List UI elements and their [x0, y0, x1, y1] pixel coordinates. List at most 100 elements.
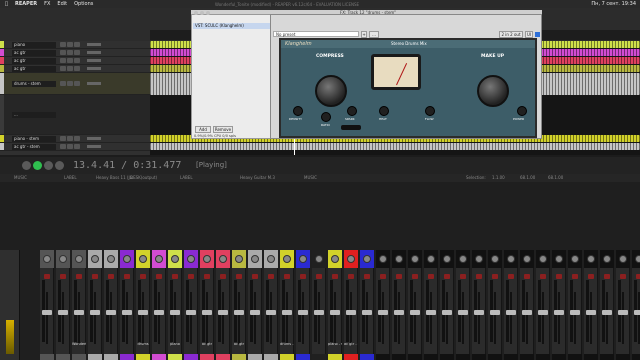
pan-knob[interactable]	[443, 255, 451, 263]
pan-knob[interactable]	[555, 255, 563, 263]
strip-name[interactable]	[520, 342, 534, 348]
strip-color-header[interactable]	[568, 250, 582, 268]
strip-name[interactable]	[584, 342, 598, 348]
fader-cap[interactable]	[202, 310, 212, 315]
volume-slider[interactable]	[87, 43, 101, 46]
fader-track[interactable]	[574, 292, 576, 344]
strip-color-header[interactable]	[216, 250, 230, 268]
record-arm-button[interactable]	[588, 274, 594, 279]
strip-color-header[interactable]	[600, 250, 614, 268]
strip-name[interactable]: Wonderful_Tonig	[72, 342, 86, 348]
menu-edit[interactable]: Edit	[57, 1, 67, 7]
fader-cap[interactable]	[618, 310, 628, 315]
fader-track[interactable]	[302, 292, 304, 344]
solo-button[interactable]	[74, 136, 80, 141]
fader-track[interactable]	[94, 292, 96, 344]
strip-name[interactable]	[120, 342, 134, 348]
fader-track[interactable]	[366, 292, 368, 344]
strip-name[interactable]	[440, 342, 454, 348]
mixer-strip[interactable]	[152, 250, 166, 360]
fader-cap[interactable]	[570, 310, 580, 315]
track-name[interactable]: ac gtr	[12, 65, 56, 72]
strip-name[interactable]	[392, 342, 406, 348]
strip-name[interactable]: piano	[168, 342, 182, 348]
strip-color-header[interactable]	[232, 250, 246, 268]
density-knob[interactable]	[293, 106, 303, 116]
pause-button[interactable]	[55, 161, 64, 170]
fader-track[interactable]	[414, 292, 416, 344]
record-arm-button[interactable]	[60, 50, 66, 55]
record-arm-button[interactable]	[60, 42, 66, 47]
record-arm-button[interactable]	[76, 274, 82, 279]
strip-name[interactable]	[424, 342, 438, 348]
heat-knob[interactable]	[379, 106, 389, 116]
pan-knob[interactable]	[203, 255, 211, 263]
record-arm-button[interactable]	[204, 274, 210, 279]
strip-color-header[interactable]	[344, 250, 358, 268]
ui-toggle-button[interactable]: UI	[525, 31, 533, 38]
record-arm-button[interactable]	[540, 274, 546, 279]
strip-color-header[interactable]	[520, 250, 534, 268]
strip-name[interactable]	[472, 342, 486, 348]
mixer-strip[interactable]: drums	[136, 250, 150, 360]
strip-name[interactable]	[88, 342, 102, 348]
strip-name[interactable]	[600, 342, 614, 348]
solo-button[interactable]	[74, 144, 80, 149]
fader-cap[interactable]	[170, 310, 180, 315]
menu-app[interactable]: REAPER	[15, 1, 37, 7]
mute-button[interactable]	[67, 136, 73, 141]
strip-name[interactable]	[360, 342, 374, 348]
mixer-strip[interactable]	[488, 250, 502, 360]
fader-track[interactable]	[462, 292, 464, 344]
compress-knob[interactable]	[315, 75, 347, 107]
strip-name[interactable]	[40, 342, 54, 348]
record-arm-button[interactable]	[60, 81, 66, 86]
mixer-strip[interactable]	[520, 250, 534, 360]
pan-knob[interactable]	[379, 255, 387, 263]
fader-cap[interactable]	[234, 310, 244, 315]
pan-knob[interactable]	[587, 255, 595, 263]
strip-name[interactable]: piano - stem	[328, 342, 342, 348]
fader-track[interactable]	[590, 292, 592, 344]
record-arm-button[interactable]	[60, 58, 66, 63]
pan-knob[interactable]	[603, 255, 611, 263]
fader-track[interactable]	[254, 292, 256, 344]
mixer-strip[interactable]: Wonderful_Tonig	[72, 250, 86, 360]
strip-name[interactable]	[552, 342, 566, 348]
pan-knob[interactable]	[187, 255, 195, 263]
mixer-strip[interactable]	[392, 250, 406, 360]
pan-knob[interactable]	[299, 255, 307, 263]
media-item[interactable]	[150, 143, 640, 150]
pan-knob[interactable]	[123, 255, 131, 263]
strip-color-header[interactable]	[56, 250, 70, 268]
power-knob[interactable]	[517, 106, 527, 116]
marker-label[interactable]: Heavy Guitar M.3	[240, 175, 275, 180]
solo-button[interactable]	[74, 66, 80, 71]
fader-track[interactable]	[238, 292, 240, 344]
record-arm-button[interactable]	[316, 274, 322, 279]
mixer-strip[interactable]: ac gtr	[200, 250, 214, 360]
pan-knob[interactable]	[523, 255, 531, 263]
ratio-knob[interactable]	[321, 112, 331, 122]
strip-name[interactable]	[536, 342, 550, 348]
fader-cap[interactable]	[74, 310, 84, 315]
pan-knob[interactable]	[75, 255, 83, 263]
fader-cap[interactable]	[250, 310, 260, 315]
mixer-strip[interactable]	[184, 250, 198, 360]
fader-cap[interactable]	[298, 310, 308, 315]
record-arm-button[interactable]	[108, 274, 114, 279]
strip-color-header[interactable]	[376, 250, 390, 268]
mixer-strip[interactable]	[600, 250, 614, 360]
pan-knob[interactable]	[491, 255, 499, 263]
fader-cap[interactable]	[282, 310, 292, 315]
fader-cap[interactable]	[394, 310, 404, 315]
strip-name[interactable]	[568, 342, 582, 348]
strip-color-header[interactable]	[120, 250, 134, 268]
track-row[interactable]: ac gtr	[0, 49, 150, 57]
fader-cap[interactable]	[330, 310, 340, 315]
track-name[interactable]: drums - stem	[12, 80, 56, 87]
fader-track[interactable]	[142, 292, 144, 344]
fader-cap[interactable]	[346, 310, 356, 315]
marker-label[interactable]: LABEL	[64, 175, 77, 180]
strip-color-header[interactable]	[472, 250, 486, 268]
